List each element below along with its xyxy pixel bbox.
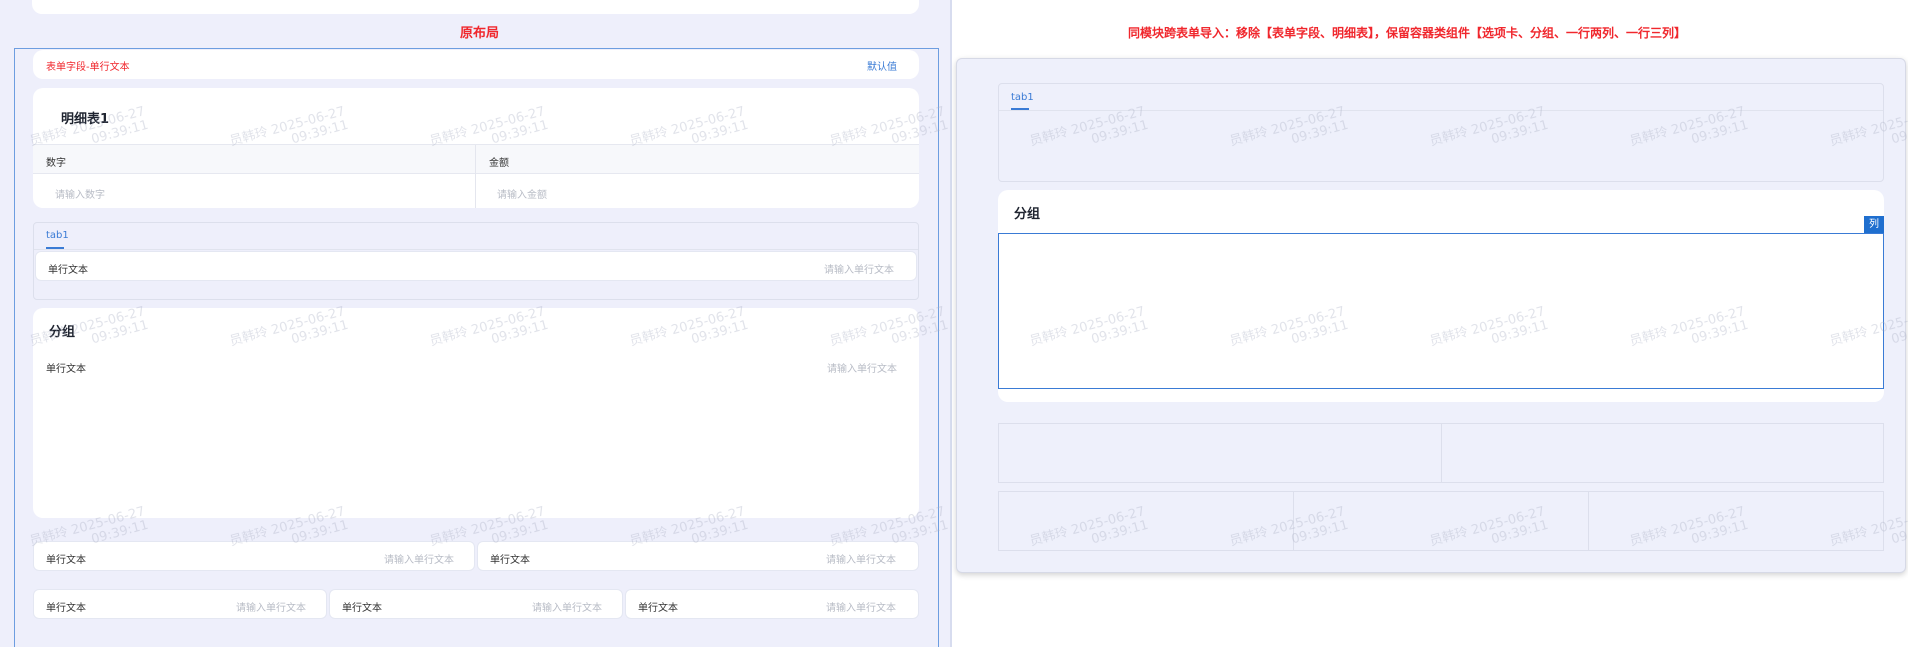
field-input[interactable]: 请输入单行文本 [824,261,894,276]
column-header-number: 数字 [46,158,66,169]
group-title: 分组 [1014,207,1041,222]
group-field-label: 单行文本 [46,364,86,375]
three-col-container [998,491,1884,551]
field-label: 单行文本 [46,603,86,614]
left-title: 原布局 [460,26,500,41]
column-badge[interactable]: 列 [1864,216,1884,233]
right-title: 同模块跨表单导入：移除【表单字段、明细表】，保留容器类组件【选项卡、分组、一行两… [1128,26,1687,40]
field-label: 单行文本 [48,265,88,276]
tab-tab1[interactable]: tab1 [46,230,69,241]
table-header-row: 数字 金额 [33,144,919,208]
field-label: 单行文本 [342,603,382,614]
field-path-label: 表单字段-单行文本 [46,62,130,73]
default-value-link[interactable]: 默认值 [867,58,897,73]
tabs-container: tab1 单行文本 请输入单行文本 [33,222,919,300]
imported-layout-panel: tab1 分组 列 [956,58,1906,573]
selected-field-row[interactable]: 表单字段-单行文本 默认值 [33,50,919,79]
group-title: 分组 [49,325,76,340]
top-card-edge [32,0,919,14]
column-header-amount: 金额 [489,158,509,169]
group-card: 分组 列 [998,190,1884,402]
field-input[interactable]: 请输入单行文本 [826,551,896,566]
field-input[interactable]: 请输入单行文本 [532,599,602,614]
tab-tab1[interactable]: tab1 [1011,92,1034,103]
three-col-cell-2[interactable]: 单行文本 请输入单行文本 [329,589,623,619]
two-col-container [998,423,1884,483]
detail-table-card: 明细表1 数字 金额 请输入数字 请输入金额 [33,88,919,208]
column-divider [475,145,476,208]
two-col-cell-1[interactable]: 单行文本 请输入单行文本 [33,541,475,571]
field-input[interactable]: 请输入单行文本 [384,551,454,566]
group-card: 分组 单行文本 请输入单行文本 [33,308,919,518]
tab-field-row[interactable]: 单行文本 请输入单行文本 [35,251,917,281]
original-layout-panel: 表单字段-单行文本 默认值 明细表1 数字 金额 请输入数字 请输入金额 tab… [0,0,952,647]
group-field-input[interactable]: 请输入单行文本 [827,360,897,375]
number-input[interactable]: 请输入数字 [55,186,105,201]
field-input[interactable]: 请输入单行文本 [826,599,896,614]
group-drop-area[interactable] [998,233,1884,389]
amount-input[interactable]: 请输入金额 [497,186,547,201]
field-label: 单行文本 [638,603,678,614]
field-label: 单行文本 [46,555,86,566]
two-col-cell-2[interactable]: 单行文本 请输入单行文本 [477,541,919,571]
detail-table-title: 明细表1 [61,112,110,127]
tabs-container: tab1 [998,83,1884,182]
three-col-cell-1[interactable]: 单行文本 请输入单行文本 [33,589,327,619]
field-label: 单行文本 [490,555,530,566]
field-input[interactable]: 请输入单行文本 [236,599,306,614]
three-col-cell-3[interactable]: 单行文本 请输入单行文本 [625,589,919,619]
